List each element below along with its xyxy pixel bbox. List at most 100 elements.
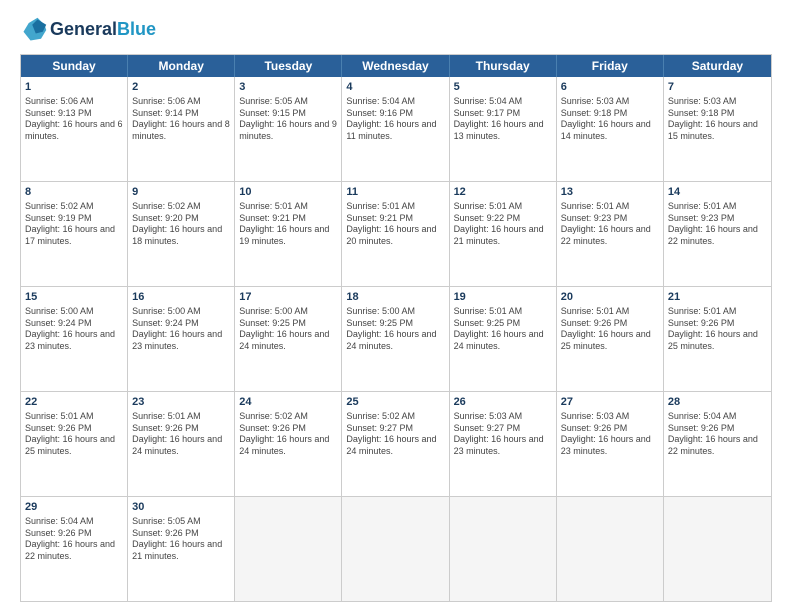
day-number: 14 (668, 185, 767, 200)
day-number: 6 (561, 80, 659, 95)
day-number: 7 (668, 80, 767, 95)
day-info: Sunrise: 5:02 AMSunset: 9:20 PMDaylight:… (132, 201, 230, 248)
day-cell: 22Sunrise: 5:01 AMSunset: 9:26 PMDayligh… (21, 392, 128, 496)
empty-cell (450, 497, 557, 601)
day-number: 23 (132, 395, 230, 410)
day-info: Sunrise: 5:01 AMSunset: 9:22 PMDaylight:… (454, 201, 552, 248)
day-cell: 1Sunrise: 5:06 AMSunset: 9:13 PMDaylight… (21, 77, 128, 181)
day-cell: 16Sunrise: 5:00 AMSunset: 9:24 PMDayligh… (128, 287, 235, 391)
day-cell: 14Sunrise: 5:01 AMSunset: 9:23 PMDayligh… (664, 182, 771, 286)
day-info: Sunrise: 5:03 AMSunset: 9:18 PMDaylight:… (561, 96, 659, 143)
day-info: Sunrise: 5:00 AMSunset: 9:24 PMDaylight:… (25, 306, 123, 353)
day-cell: 19Sunrise: 5:01 AMSunset: 9:25 PMDayligh… (450, 287, 557, 391)
day-info: Sunrise: 5:03 AMSunset: 9:26 PMDaylight:… (561, 411, 659, 458)
day-number: 15 (25, 290, 123, 305)
day-number: 29 (25, 500, 123, 515)
day-cell: 9Sunrise: 5:02 AMSunset: 9:20 PMDaylight… (128, 182, 235, 286)
day-cell: 21Sunrise: 5:01 AMSunset: 9:26 PMDayligh… (664, 287, 771, 391)
day-info: Sunrise: 5:01 AMSunset: 9:23 PMDaylight:… (668, 201, 767, 248)
day-info: Sunrise: 5:02 AMSunset: 9:26 PMDaylight:… (239, 411, 337, 458)
day-number: 4 (346, 80, 444, 95)
day-info: Sunrise: 5:00 AMSunset: 9:24 PMDaylight:… (132, 306, 230, 353)
day-number: 1 (25, 80, 123, 95)
calendar-row: 8Sunrise: 5:02 AMSunset: 9:19 PMDaylight… (21, 181, 771, 286)
logo-icon (20, 16, 48, 44)
day-cell: 17Sunrise: 5:00 AMSunset: 9:25 PMDayligh… (235, 287, 342, 391)
day-number: 2 (132, 80, 230, 95)
day-info: Sunrise: 5:01 AMSunset: 9:23 PMDaylight:… (561, 201, 659, 248)
day-cell: 13Sunrise: 5:01 AMSunset: 9:23 PMDayligh… (557, 182, 664, 286)
day-cell: 10Sunrise: 5:01 AMSunset: 9:21 PMDayligh… (235, 182, 342, 286)
day-cell: 20Sunrise: 5:01 AMSunset: 9:26 PMDayligh… (557, 287, 664, 391)
day-number: 11 (346, 185, 444, 200)
day-number: 25 (346, 395, 444, 410)
day-info: Sunrise: 5:01 AMSunset: 9:26 PMDaylight:… (132, 411, 230, 458)
day-number: 12 (454, 185, 552, 200)
day-cell: 29Sunrise: 5:04 AMSunset: 9:26 PMDayligh… (21, 497, 128, 601)
calendar-header: SundayMondayTuesdayWednesdayThursdayFrid… (21, 55, 771, 77)
weekday-header: Sunday (21, 55, 128, 77)
day-cell: 8Sunrise: 5:02 AMSunset: 9:19 PMDaylight… (21, 182, 128, 286)
page: GeneralBlue SundayMondayTuesdayWednesday… (0, 0, 792, 612)
day-info: Sunrise: 5:03 AMSunset: 9:27 PMDaylight:… (454, 411, 552, 458)
day-number: 19 (454, 290, 552, 305)
day-cell: 5Sunrise: 5:04 AMSunset: 9:17 PMDaylight… (450, 77, 557, 181)
day-info: Sunrise: 5:02 AMSunset: 9:19 PMDaylight:… (25, 201, 123, 248)
logo-text: GeneralBlue (50, 20, 156, 40)
calendar-row: 22 Sunrise: 5:01 AMSunset: 9:26 PMDayligh… (21, 391, 771, 496)
day-info: Sunrise: 5:04 AMSunset: 9:26 PMDaylight:… (25, 516, 123, 563)
day-info: Sunrise: 5:04 AMSunset: 9:16 PMDaylight:… (346, 96, 444, 143)
header: GeneralBlue (20, 16, 772, 44)
day-cell: 23Sunrise: 5:01 AMSunset: 9:26 PMDayligh… (128, 392, 235, 496)
weekday-header: Friday (557, 55, 664, 77)
day-info: Sunrise: 5:01 AMSunset: 9:25 PMDaylight:… (454, 306, 552, 353)
day-number: 17 (239, 290, 337, 305)
day-info: Sunrise: 5:04 AMSunset: 9:26 PMDaylight:… (668, 411, 767, 458)
day-number: 21 (668, 290, 767, 305)
day-number: 18 (346, 290, 444, 305)
day-number: 9 (132, 185, 230, 200)
day-cell: 2Sunrise: 5:06 AMSunset: 9:14 PMDaylight… (128, 77, 235, 181)
day-number: 10 (239, 185, 337, 200)
calendar-body: 1Sunrise: 5:06 AMSunset: 9:13 PMDaylight… (21, 77, 771, 601)
day-info: Sunrise: 5:06 AMSunset: 9:13 PMDaylight:… (25, 96, 123, 143)
day-cell: 30Sunrise: 5:05 AMSunset: 9:26 PMDayligh… (128, 497, 235, 601)
day-number: 27 (561, 395, 659, 410)
empty-cell (557, 497, 664, 601)
day-cell: 3Sunrise: 5:05 AMSunset: 9:15 PMDaylight… (235, 77, 342, 181)
weekday-header: Thursday (450, 55, 557, 77)
calendar-row: 15Sunrise: 5:00 AMSunset: 9:24 PMDayligh… (21, 286, 771, 391)
day-number: 28 (668, 395, 767, 410)
day-info: Sunrise: 5:02 AMSunset: 9:27 PMDaylight:… (346, 411, 444, 458)
day-cell: 11Sunrise: 5:01 AMSunset: 9:21 PMDayligh… (342, 182, 449, 286)
day-info: Sunrise: 5:00 AMSunset: 9:25 PMDaylight:… (239, 306, 337, 353)
day-info: Sunrise: 5:06 AMSunset: 9:14 PMDaylight:… (132, 96, 230, 143)
day-number: 13 (561, 185, 659, 200)
day-info: Sunrise: 5:01 AMSunset: 9:26 PMDaylight:… (668, 306, 767, 353)
day-number: 26 (454, 395, 552, 410)
calendar-row: 29Sunrise: 5:04 AMSunset: 9:26 PMDayligh… (21, 496, 771, 601)
day-number: 8 (25, 185, 123, 200)
day-number: 22 (25, 395, 123, 410)
day-cell: 27Sunrise: 5:03 AMSunset: 9:26 PMDayligh… (557, 392, 664, 496)
day-info: Sunrise: 5:00 AMSunset: 9:25 PMDaylight:… (346, 306, 444, 353)
day-info: Sunrise: 5:05 AMSunset: 9:15 PMDaylight:… (239, 96, 337, 143)
empty-cell (342, 497, 449, 601)
day-info: Sunrise: 5:05 AMSunset: 9:26 PMDaylight:… (132, 516, 230, 563)
day-cell: 15Sunrise: 5:00 AMSunset: 9:24 PMDayligh… (21, 287, 128, 391)
day-info: Sunrise: 5:01 AMSunset: 9:26 PMDaylight:… (561, 306, 659, 353)
weekday-header: Saturday (664, 55, 771, 77)
calendar: SundayMondayTuesdayWednesdayThursdayFrid… (20, 54, 772, 602)
day-number: 3 (239, 80, 337, 95)
calendar-row: 1Sunrise: 5:06 AMSunset: 9:13 PMDaylight… (21, 77, 771, 181)
day-cell: 4Sunrise: 5:04 AMSunset: 9:16 PMDaylight… (342, 77, 449, 181)
day-number: 5 (454, 80, 552, 95)
empty-cell (235, 497, 342, 601)
day-number: 16 (132, 290, 230, 305)
day-cell: 26Sunrise: 5:03 AMSunset: 9:27 PMDayligh… (450, 392, 557, 496)
day-number: 20 (561, 290, 659, 305)
empty-cell (664, 497, 771, 601)
day-cell: 28Sunrise: 5:04 AMSunset: 9:26 PMDayligh… (664, 392, 771, 496)
day-info: Sunrise: 5:01 AMSunset: 9:21 PMDaylight:… (239, 201, 337, 248)
day-cell: 7Sunrise: 5:03 AMSunset: 9:18 PMDaylight… (664, 77, 771, 181)
